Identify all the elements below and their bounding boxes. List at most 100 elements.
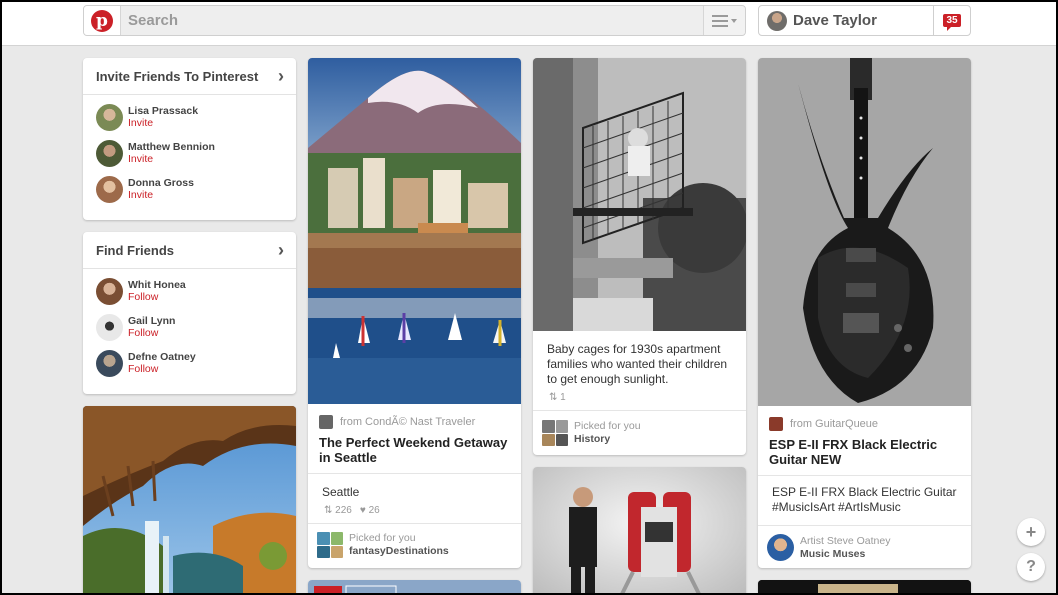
repin-icon: ⇅ — [549, 392, 561, 403]
pin-title[interactable]: ESP E-II FRX Black Electric Guitar NEW — [769, 437, 964, 467]
friend-name: Gail Lynn — [128, 315, 176, 327]
chevron-right-icon: › — [278, 65, 284, 86]
pin-guitar[interactable]: from GuitarQueue ESP E-II FRX Black Elec… — [758, 58, 971, 568]
divider — [758, 525, 971, 526]
pin-title[interactable]: The Perfect Weekend Getaway in Seattle — [319, 435, 514, 465]
avatar — [96, 350, 123, 377]
find-friends-header[interactable]: Find Friends › — [83, 232, 296, 269]
repin-count: ⇅ 226 — [324, 505, 352, 516]
pin-partial[interactable] — [308, 580, 521, 595]
find-friends-card: Find Friends › Whit Honea Follow Gail Ly… — [83, 232, 296, 394]
find-friends-title: Find Friends — [96, 242, 174, 258]
pin-source[interactable]: from GuitarQueue — [769, 417, 878, 431]
pin-stats: ⇅ 1 — [549, 392, 566, 403]
pin-image[interactable] — [758, 58, 971, 406]
chevron-right-icon: › — [278, 239, 284, 260]
top-bar: p Dave Taylor 35 — [0, 0, 1058, 46]
picked-label: Picked for you — [349, 532, 416, 544]
pinterest-logo-button[interactable]: p — [84, 6, 121, 35]
board-thumbnails — [317, 532, 343, 558]
source-icon — [769, 417, 783, 431]
follow-link[interactable]: Follow — [128, 291, 158, 303]
pin-description: Seattle — [322, 485, 360, 499]
notification-count-badge: 35 — [943, 14, 961, 31]
repin-count: ⇅ 1 — [549, 392, 566, 403]
friend-name: Defne Oatney — [128, 351, 196, 363]
pin-seattle[interactable]: from CondÃ© Nast Traveler The Perfect We… — [308, 58, 521, 568]
pin-image[interactable] — [308, 58, 521, 404]
user-profile-button[interactable]: Dave Taylor — [758, 5, 934, 36]
avatar — [96, 104, 123, 131]
friend-name: Donna Gross — [128, 177, 194, 189]
pin-description: ESP E-II FRX Black Electric Guitar #Musi… — [772, 485, 957, 514]
source-icon — [319, 415, 333, 429]
seattle-image — [308, 58, 521, 404]
pin-source[interactable]: from CondÃ© Nast Traveler — [319, 415, 475, 429]
friend-name: Lisa Prassack — [128, 105, 199, 117]
avatar — [96, 140, 123, 167]
friend-name: Matthew Bennion — [128, 141, 215, 153]
board-name[interactable]: Music Muses — [800, 548, 890, 561]
search-bar: p — [83, 5, 746, 36]
pin-jetpack[interactable] — [533, 467, 746, 595]
plus-icon: + — [1025, 521, 1037, 542]
pin-attribution[interactable]: Artist Steve Oatney Music Muses — [767, 534, 890, 561]
avatar — [96, 314, 123, 341]
invite-friends-card: Invite Friends To Pinterest › Lisa Prass… — [83, 58, 296, 220]
notifications-button[interactable]: 35 — [933, 5, 971, 36]
friend-row: Whit Honea Follow — [83, 273, 296, 309]
artist-label: Artist Steve Oatney — [800, 534, 891, 547]
divider — [533, 410, 746, 411]
search-input[interactable] — [128, 6, 688, 35]
baby-cage-image — [533, 58, 746, 331]
pin-description: Baby cages for 1930s apartment families … — [547, 342, 728, 386]
pin-source-text: from CondÃ© Nast Traveler — [340, 416, 476, 428]
pin-source-text: from GuitarQueue — [790, 418, 879, 430]
invite-friends-title: Invite Friends To Pinterest — [96, 68, 259, 84]
help-icon: ? — [1026, 558, 1036, 575]
pin-attribution[interactable]: Picked for you fantasyDestinations — [317, 532, 449, 558]
repin-icon: ⇅ — [324, 505, 336, 516]
friend-row: Defne Oatney Follow — [83, 345, 296, 381]
board-name[interactable]: fantasyDestinations — [349, 545, 449, 558]
add-pin-button[interactable]: + — [1017, 518, 1045, 546]
board-thumbnails — [542, 420, 568, 446]
invite-link[interactable]: Invite — [128, 153, 153, 165]
categories-menu-button[interactable] — [703, 6, 745, 35]
friend-row: Gail Lynn Follow — [83, 309, 296, 345]
pin-image — [308, 580, 521, 595]
divider — [308, 523, 521, 524]
avatar — [96, 278, 123, 305]
menu-lines-icon — [712, 14, 728, 27]
follow-link[interactable]: Follow — [128, 363, 158, 375]
friend-row: Matthew Bennion Invite — [83, 135, 296, 171]
jetpack-image — [533, 467, 746, 595]
picked-label: Picked for you — [574, 420, 641, 432]
help-button[interactable]: ? — [1017, 553, 1045, 581]
invite-link[interactable]: Invite — [128, 117, 153, 129]
friend-row: Donna Gross Invite — [83, 171, 296, 207]
avatar — [767, 534, 794, 561]
avatar — [96, 176, 123, 203]
pin-image — [758, 580, 971, 595]
invite-link[interactable]: Invite — [128, 189, 153, 201]
pin-attribution[interactable]: Picked for you History — [542, 420, 641, 446]
pin-stats: ⇅ 226 ♥ 26 — [324, 505, 380, 516]
invite-friends-header[interactable]: Invite Friends To Pinterest › — [83, 58, 296, 95]
chevron-down-icon — [731, 18, 737, 23]
friend-name: Whit Honea — [128, 279, 186, 291]
avatar — [767, 10, 787, 31]
pinterest-logo-icon: p — [91, 9, 113, 32]
heart-icon: ♥ — [359, 505, 369, 516]
pin-partial[interactable] — [758, 580, 971, 595]
divider — [758, 475, 971, 476]
follow-link[interactable]: Follow — [128, 327, 158, 339]
pin-baby-cage[interactable]: Baby cages for 1930s apartment families … — [533, 58, 746, 455]
user-name: Dave Taylor — [793, 12, 877, 29]
waterfall-image — [83, 406, 296, 595]
pin-waterfall[interactable] — [83, 406, 296, 595]
pin-image[interactable] — [533, 58, 746, 331]
guitar-image — [758, 58, 971, 406]
board-name[interactable]: History — [574, 433, 641, 446]
friend-row: Lisa Prassack Invite — [83, 99, 296, 135]
